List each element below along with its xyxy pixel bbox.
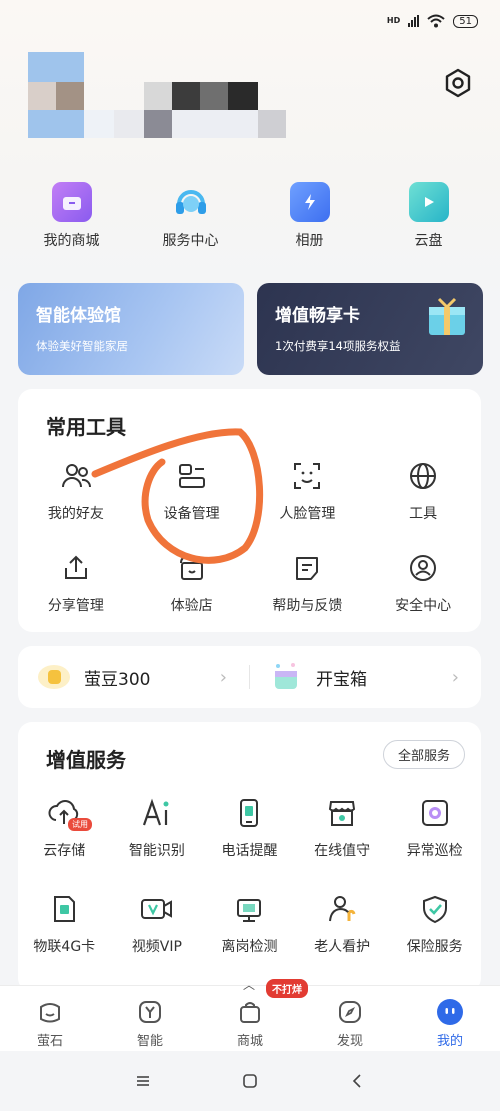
treasure-box-icon (275, 663, 297, 689)
service-anomaly-inspect[interactable]: 异常巡检 (388, 796, 481, 892)
service-ai-recognition[interactable]: 智能识别 (111, 796, 204, 892)
inspect-icon (418, 796, 452, 830)
service-label: 视频VIP (131, 939, 182, 955)
service-label: 老人看护 (314, 939, 371, 955)
trial-badge: 试用 (68, 818, 92, 831)
video-vip-icon (140, 892, 174, 926)
service-label: 物联4G卡 (33, 939, 96, 955)
system-navigation-bar (0, 1051, 500, 1111)
smart-icon (136, 998, 164, 1026)
compass-icon (336, 998, 364, 1026)
rewards-row: 萤豆300 › 开宝箱 › (18, 646, 481, 708)
service-label: 在线值守 (314, 843, 371, 859)
ai-icon (140, 796, 174, 830)
section-title: 增值服务 (46, 748, 126, 772)
shield-check-icon (418, 892, 452, 926)
phone-icon (232, 796, 266, 830)
treasure-entry[interactable]: 开宝箱 › (250, 646, 481, 708)
coin-icon (38, 665, 70, 689)
all-services-button[interactable]: 全部服务 (382, 740, 465, 769)
ezviz-home-icon (36, 998, 64, 1026)
bottom-navigation: 萤石 智能 商城 发现 我的 (0, 985, 500, 1051)
mall-promo-badge: 不打烊 (266, 979, 308, 998)
nav-label: 我的 (436, 1034, 463, 1049)
nav-label: 萤石 (36, 1034, 63, 1049)
service-label: 云存储 (43, 843, 86, 859)
nav-ezviz[interactable]: 萤石 (0, 986, 100, 1051)
nav-mine[interactable]: 我的 (400, 986, 500, 1051)
mall-bag-icon (236, 998, 264, 1026)
service-label: 保险服务 (406, 939, 463, 955)
treasure-label: 开宝箱 (316, 669, 367, 690)
beans-entry[interactable]: 萤豆300 › (18, 646, 249, 708)
service-label: 离岗检测 (221, 939, 278, 955)
beans-label: 萤豆300 (84, 669, 151, 690)
service-cloud-storage[interactable]: 试用 云存储 (18, 796, 111, 892)
profile-face-icon (436, 998, 464, 1026)
elder-care-icon (325, 892, 359, 926)
service-insurance[interactable]: 保险服务 (388, 892, 481, 988)
nav-label: 发现 (336, 1034, 363, 1049)
service-phone-alert[interactable]: 电话提醒 (203, 796, 296, 892)
sim-card-icon (47, 892, 81, 926)
nav-smart[interactable]: 智能 (100, 986, 200, 1051)
service-online-guard[interactable]: 在线值守 (296, 796, 389, 892)
menu-icon[interactable] (135, 1074, 151, 1088)
service-label: 异常巡检 (406, 843, 463, 859)
desk-detect-icon (232, 892, 266, 926)
service-iot-sim[interactable]: 物联4G卡 (18, 892, 111, 988)
chevron-right-icon: › (219, 666, 227, 688)
service-elder-care[interactable]: 老人看护 (296, 892, 389, 988)
chevron-up-icon[interactable]: ︿ (243, 976, 255, 993)
service-absence-detect[interactable]: 离岗检测 (203, 892, 296, 988)
nav-label: 智能 (136, 1034, 163, 1049)
nav-label: 商城 (236, 1034, 263, 1049)
service-label: 电话提醒 (221, 843, 278, 859)
nav-discover[interactable]: 发现 (300, 986, 400, 1051)
home-square-icon[interactable] (242, 1073, 258, 1089)
shop-guard-icon (325, 796, 359, 830)
service-video-vip[interactable]: 视频VIP (111, 892, 204, 988)
back-arrow-icon[interactable] (349, 1073, 365, 1089)
value-services-card: 增值服务 全部服务 试用 云存储 智能识别 电话提醒 在线值守 异常巡检 物联4… (18, 722, 481, 992)
chevron-right-icon: › (451, 666, 459, 688)
service-label: 智能识别 (128, 843, 185, 859)
